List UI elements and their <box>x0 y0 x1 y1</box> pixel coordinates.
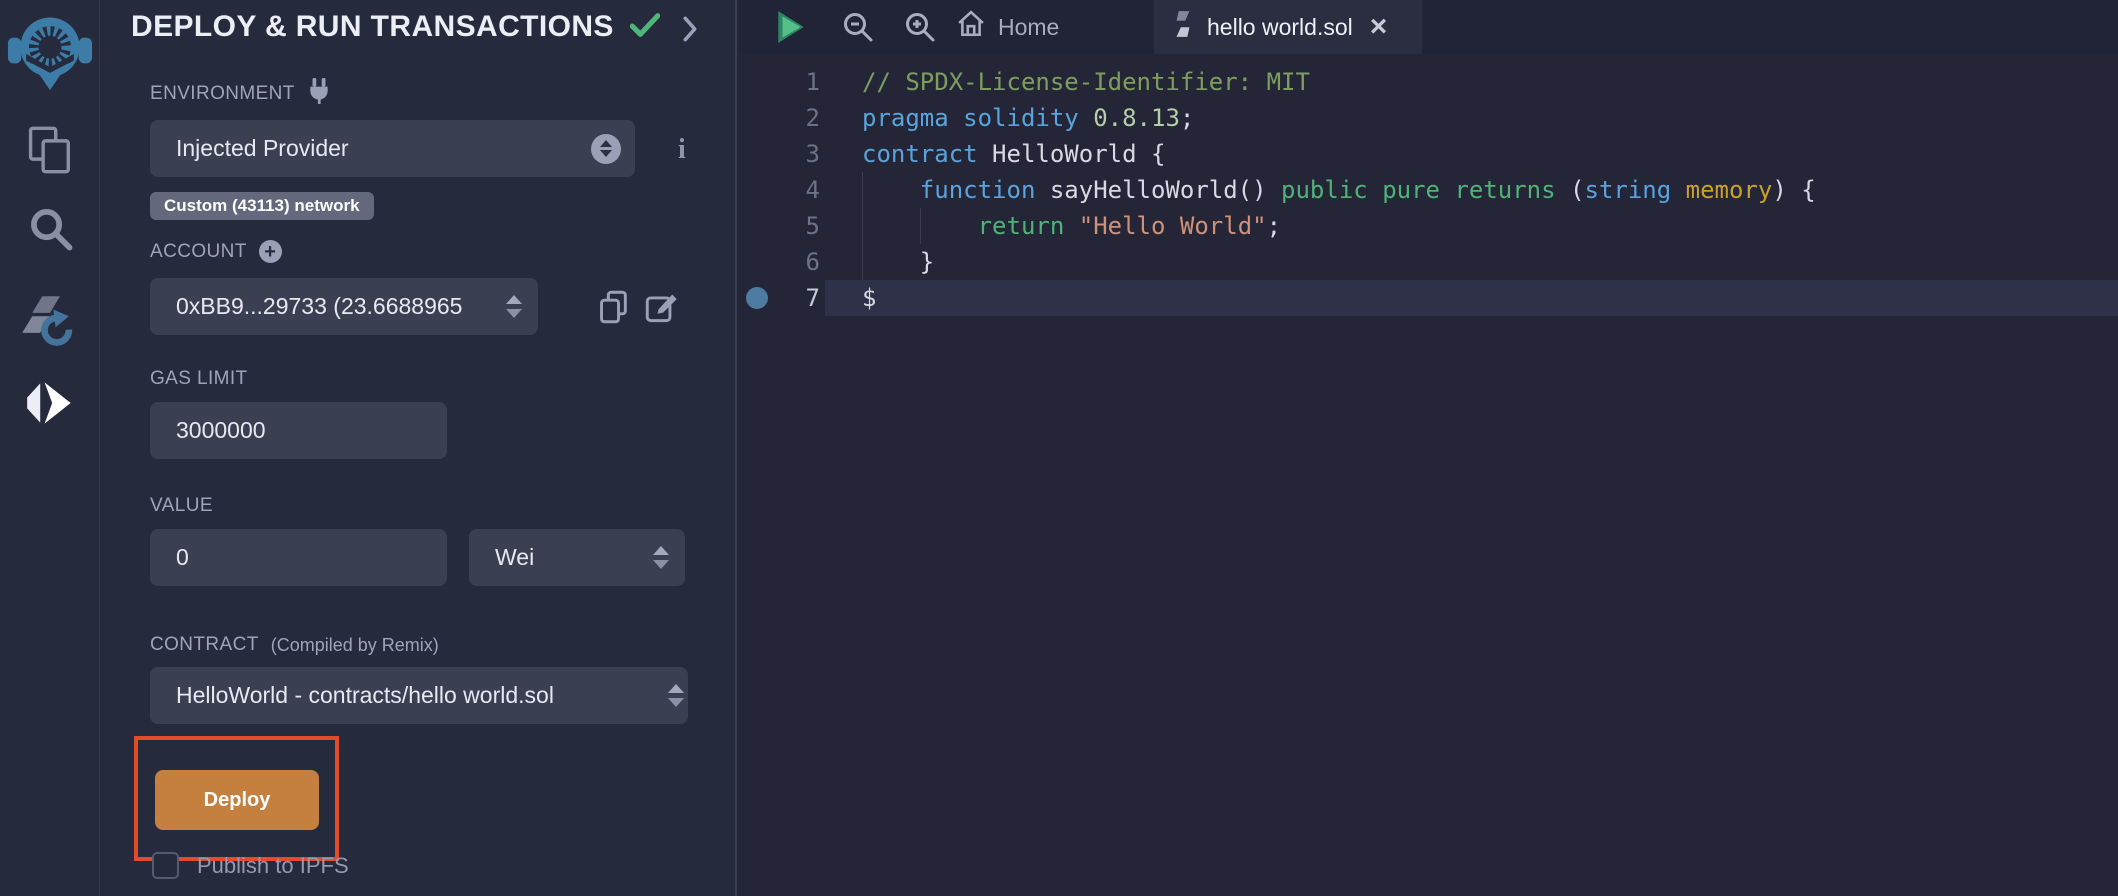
deploy-and-run-icon[interactable] <box>25 380 75 426</box>
account-value: 0xBB9...29733 (23.6688965 <box>150 293 506 320</box>
compile-success-check-icon <box>630 12 660 43</box>
code-line-2[interactable]: 2pragma solidity 0.8.13; <box>739 100 2118 136</box>
line-text: return "Hello World"; <box>825 208 2118 244</box>
environment-label: ENVIRONMENT <box>150 78 331 110</box>
run-script-play-icon[interactable] <box>774 0 808 54</box>
value-input[interactable] <box>150 529 447 586</box>
code-lines: 1// SPDX-License-Identifier: MIT2pragma … <box>739 64 2118 316</box>
glyph-margin[interactable] <box>739 172 775 208</box>
editor-area: Home hello world.sol × 1// SPDX-License-… <box>739 0 2118 896</box>
line-text: $ <box>825 280 2118 316</box>
remix-logo-icon[interactable] <box>7 6 93 94</box>
select-arrows-icon <box>506 295 522 318</box>
account-label: ACCOUNT + <box>150 240 282 263</box>
code-line-7[interactable]: 7$ <box>739 280 2118 316</box>
solidity-file-icon <box>1172 10 1194 44</box>
value-unit: Wei <box>469 544 653 571</box>
line-text: // SPDX-License-Identifier: MIT <box>825 64 2118 100</box>
line-number: 2 <box>775 100 825 136</box>
plug-icon <box>307 78 331 110</box>
glyph-margin[interactable] <box>739 136 775 172</box>
contract-value: HelloWorld - contracts/hello world.sol <box>150 682 668 709</box>
deploy-button[interactable]: Deploy <box>155 770 319 830</box>
contract-label: CONTRACT (Compiled by Remix) <box>150 634 439 656</box>
indent-guide <box>862 172 863 208</box>
line-text: } <box>825 244 2118 280</box>
contract-select[interactable]: HelloWorld - contracts/hello world.sol <box>150 667 688 724</box>
zoom-out-icon[interactable] <box>842 0 874 54</box>
environment-select[interactable]: Injected Provider <box>150 120 635 177</box>
line-number: 7 <box>775 280 825 316</box>
line-number: 4 <box>775 172 825 208</box>
code-line-5[interactable]: 5 return "Hello World"; <box>739 208 2118 244</box>
select-arrows-icon <box>668 684 684 707</box>
code-line-6[interactable]: 6 } <box>739 244 2118 280</box>
code-line-1[interactable]: 1// SPDX-License-Identifier: MIT <box>739 64 2118 100</box>
gas-limit-input[interactable] <box>150 402 447 459</box>
zoom-in-icon[interactable] <box>904 0 936 54</box>
remix-ide-window: DEPLOY & RUN TRANSACTIONS ENVIRONMENT In… <box>0 0 2118 896</box>
account-select[interactable]: 0xBB9...29733 (23.6688965 <box>150 278 538 335</box>
add-account-icon[interactable]: + <box>259 240 282 263</box>
icon-panel <box>0 0 100 896</box>
line-text: pragma solidity 0.8.13; <box>825 100 2118 136</box>
code-line-4[interactable]: 4 function sayHelloWorld() public pure r… <box>739 172 2118 208</box>
select-arrows-icon <box>653 546 669 569</box>
line-number: 5 <box>775 208 825 244</box>
line-number: 3 <box>775 136 825 172</box>
deploy-run-panel: DEPLOY & RUN TRANSACTIONS ENVIRONMENT In… <box>100 0 737 896</box>
publish-row: Publish to IPFS <box>152 852 349 879</box>
home-icon <box>957 10 985 44</box>
glyph-margin[interactable] <box>739 208 775 244</box>
close-tab-icon[interactable]: × <box>1370 12 1388 42</box>
breakpoint-dot[interactable] <box>739 280 775 316</box>
indent-guide <box>862 244 863 280</box>
value-unit-select[interactable]: Wei <box>469 529 685 586</box>
publish-ipfs-label: Publish to IPFS <box>197 853 349 879</box>
search-icon[interactable] <box>27 205 73 251</box>
file-explorer-icon[interactable] <box>27 126 73 174</box>
tab-file-label: hello world.sol <box>1207 14 1353 41</box>
tab-home[interactable]: Home <box>957 0 1059 54</box>
glyph-margin[interactable] <box>739 64 775 100</box>
environment-value: Injected Provider <box>150 135 591 162</box>
value-label: VALUE <box>150 495 213 517</box>
line-number: 1 <box>775 64 825 100</box>
tab-hello-world-sol[interactable]: hello world.sol × <box>1154 0 1422 54</box>
environment-info-icon[interactable]: i <box>678 134 686 166</box>
code-line-3[interactable]: 3contract HelloWorld { <box>739 136 2118 172</box>
copy-account-icon[interactable] <box>598 290 630 329</box>
tab-bar: Home hello world.sol × <box>739 0 2118 54</box>
solidity-compiler-icon[interactable] <box>22 294 78 354</box>
indent-guide <box>920 208 921 244</box>
code-editor[interactable]: 1// SPDX-License-Identifier: MIT2pragma … <box>739 54 2118 896</box>
glyph-margin[interactable] <box>739 100 775 136</box>
line-number: 6 <box>775 244 825 280</box>
publish-ipfs-checkbox[interactable] <box>152 852 179 879</box>
contract-note: (Compiled by Remix) <box>271 635 439 656</box>
gas-limit-label: GAS LIMIT <box>150 368 248 390</box>
line-text: function sayHelloWorld() public pure ret… <box>825 172 2118 208</box>
network-badge: Custom (43113) network <box>150 192 374 220</box>
glyph-margin[interactable] <box>739 244 775 280</box>
indent-guide <box>862 208 863 244</box>
line-text: contract HelloWorld { <box>825 136 2118 172</box>
panel-header: DEPLOY & RUN TRANSACTIONS <box>131 10 660 44</box>
edit-account-icon[interactable] <box>645 290 679 329</box>
tab-home-label: Home <box>998 14 1059 41</box>
select-arrows-icon <box>591 134 621 164</box>
panel-title: DEPLOY & RUN TRANSACTIONS <box>131 10 614 44</box>
panel-expand-chevron-icon[interactable] <box>682 16 698 47</box>
